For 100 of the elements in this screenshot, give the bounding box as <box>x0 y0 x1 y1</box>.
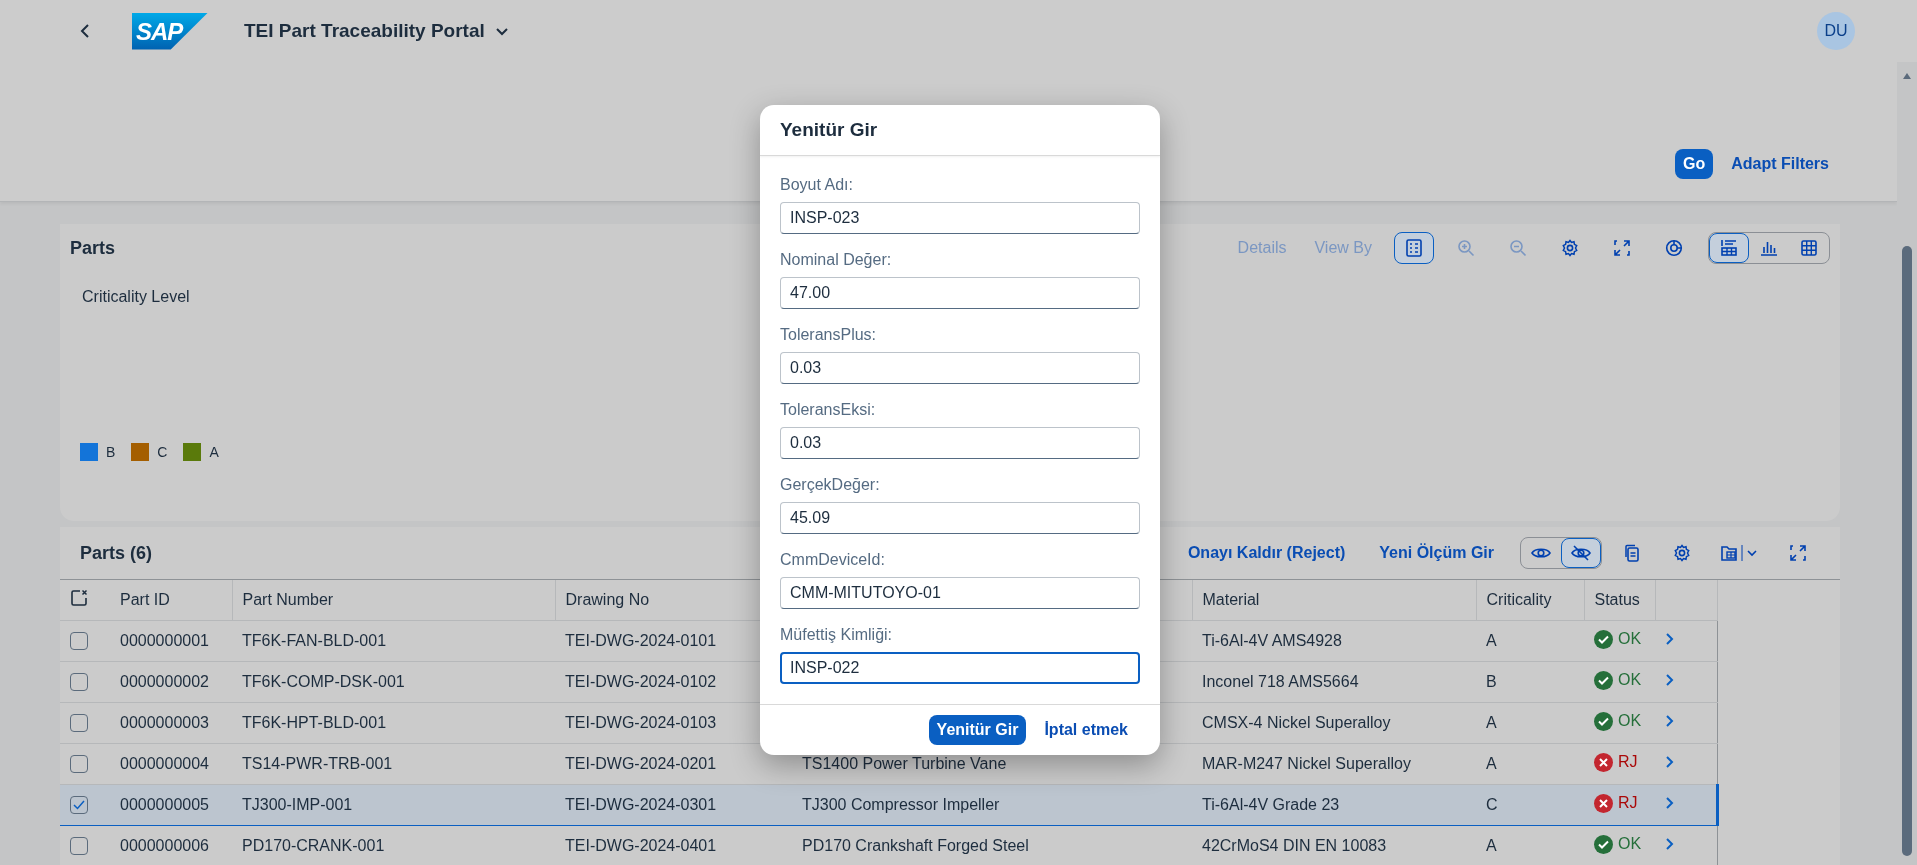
table-cell: TEI-DWG-2024-0101 <box>565 632 717 649</box>
table-cell: TEI-DWG-2024-0103 <box>565 714 717 731</box>
back-icon[interactable] <box>80 23 90 39</box>
chevron-down-icon <box>494 26 509 36</box>
table-cell: Inconel 718 AMS5664 <box>1202 673 1359 690</box>
status-indicator: RJ <box>1594 752 1638 772</box>
legend-label: B <box>106 444 116 460</box>
table-cell: TEI-DWG-2024-0401 <box>565 837 717 854</box>
table-cell: TF6K-FAN-BLD-001 <box>242 632 387 649</box>
table-cell: B <box>1486 673 1497 690</box>
chevron-right-icon[interactable] <box>1665 632 1674 646</box>
legend-label: A <box>209 444 219 460</box>
panel-title: Parts <box>70 237 116 259</box>
logo: SAP <box>132 12 208 50</box>
table-cell: A <box>1486 755 1497 772</box>
table-cell: PD170 Crankshaft Forged Steel <box>802 837 1029 854</box>
table-cell: 0000000003 <box>120 714 209 731</box>
table-cell: 0000000001 <box>120 632 209 649</box>
user-avatar[interactable]: DU <box>1817 12 1855 50</box>
status-indicator: OK <box>1594 629 1642 649</box>
status-indicator: RJ <box>1594 793 1638 813</box>
table-cell: TS14-PWR-TRB-001 <box>242 755 393 772</box>
table-cell: TF6K-HPT-BLD-001 <box>242 714 387 731</box>
submit-button[interactable]: Yenitür Gir <box>928 715 1027 745</box>
table-title: Parts (6) <box>80 542 153 564</box>
export-icon <box>1720 544 1760 562</box>
input-field[interactable]: 45.09 <box>780 502 1140 534</box>
toolbar-action[interactable]: Onayı Kaldır (Reject) <box>1173 540 1360 566</box>
table-cell: 0000000002 <box>120 673 209 690</box>
zoom-in-icon <box>1457 239 1475 257</box>
field-label: ToleransEksi: <box>780 401 877 419</box>
deselect-all-icon[interactable] <box>70 589 88 607</box>
chart-title: Criticality Level <box>82 288 190 306</box>
legend-label: C <box>157 444 168 460</box>
scroll-up-icon[interactable] <box>1902 72 1912 80</box>
row-checkbox[interactable] <box>70 714 88 733</box>
table-cell: 42CrMoS4 DIN EN 10083 <box>1202 837 1387 854</box>
cancel-button[interactable]: İptal etmek <box>1036 715 1136 745</box>
column-header: Criticality <box>1476 580 1584 621</box>
row-checkbox[interactable] <box>70 796 88 815</box>
table-cell: TF6K-COMP-DSK-001 <box>242 673 405 690</box>
table-icon <box>1800 239 1818 257</box>
table-cell: Ti-6Al-4V AMS4928 <box>1202 632 1342 649</box>
app-title-menu[interactable]: TEI Part Traceability Portal <box>244 20 509 42</box>
table-cell: A <box>1486 714 1497 731</box>
go-button[interactable]: Go <box>1675 149 1714 179</box>
chevron-right-icon[interactable] <box>1665 755 1674 769</box>
field-label: Müfettiş Kimliği: <box>780 626 894 644</box>
copy-icon <box>1623 544 1641 562</box>
table-cell: TS1400 Power Turbine Vane <box>802 755 1007 772</box>
details-toggle-button[interactable] <box>1394 232 1434 264</box>
fullscreen-icon <box>1613 239 1631 257</box>
table-cell: TEI-DWG-2024-0201 <box>565 755 717 772</box>
chart-table-view-button[interactable] <box>1709 233 1749 263</box>
donut-chart-icon <box>1665 239 1683 257</box>
table-cell: TEI-DWG-2024-0102 <box>565 673 717 690</box>
toolbar-action[interactable]: Yeni Ölçüm Gir <box>1365 540 1508 566</box>
bar-chart-icon <box>1760 239 1778 257</box>
adapt-filters-button[interactable]: Adapt Filters <box>1723 149 1837 179</box>
scrollbar-thumb[interactable] <box>1902 246 1912 856</box>
chart-table-icon <box>1720 239 1738 257</box>
row-checkbox[interactable] <box>70 837 88 856</box>
field-label: Boyut Adı: <box>780 176 854 194</box>
chevron-right-icon[interactable] <box>1665 837 1674 851</box>
table-cell: Ti-6Al-4V Grade 23 <box>1202 796 1340 813</box>
field-label: Nominal Değer: <box>780 251 893 269</box>
table-cell: TJ300-IMP-001 <box>242 796 353 813</box>
table-cell: C <box>1486 796 1498 813</box>
table-cell: MAR-M247 Nickel Superalloy <box>1202 755 1411 772</box>
column-header: Material <box>1192 580 1476 621</box>
column-header: Part ID <box>110 580 232 621</box>
settings-icon <box>1561 239 1579 257</box>
eye-slash-button[interactable] <box>1561 538 1601 568</box>
column-header: Status <box>1584 580 1655 621</box>
eye-slash-icon <box>1571 544 1591 562</box>
chevron-right-icon[interactable] <box>1665 673 1674 687</box>
column-header: Part Number <box>232 580 555 621</box>
field-label: CmmDeviceId: <box>780 551 886 569</box>
input-field[interactable]: 0.03 <box>780 352 1140 384</box>
row-checkbox[interactable] <box>70 673 88 692</box>
fullscreen-icon <box>1789 544 1807 562</box>
input-field[interactable]: INSP-023 <box>780 202 1140 234</box>
table-cell: 0000000004 <box>120 755 209 772</box>
row-checkbox[interactable] <box>70 755 88 774</box>
table-cell: 0000000006 <box>120 837 209 854</box>
input-field[interactable]: 0.03 <box>780 427 1140 459</box>
input-field[interactable]: 47.00 <box>780 277 1140 309</box>
field-label: GerçekDeğer: <box>780 476 881 494</box>
list-icon <box>1405 239 1423 257</box>
settings-icon <box>1673 544 1691 562</box>
status-indicator: OK <box>1594 711 1642 731</box>
table-cell: 0000000005 <box>120 796 209 813</box>
table-cell: A <box>1486 632 1497 649</box>
status-indicator: OK <box>1594 834 1642 854</box>
input-field[interactable]: INSP-022 <box>780 652 1140 684</box>
input-field[interactable]: CMM-MITUTOYO-01 <box>780 577 1140 609</box>
table-cell: A <box>1486 837 1497 854</box>
chevron-right-icon[interactable] <box>1665 796 1674 810</box>
row-checkbox[interactable] <box>70 632 88 651</box>
chevron-right-icon[interactable] <box>1665 714 1674 728</box>
